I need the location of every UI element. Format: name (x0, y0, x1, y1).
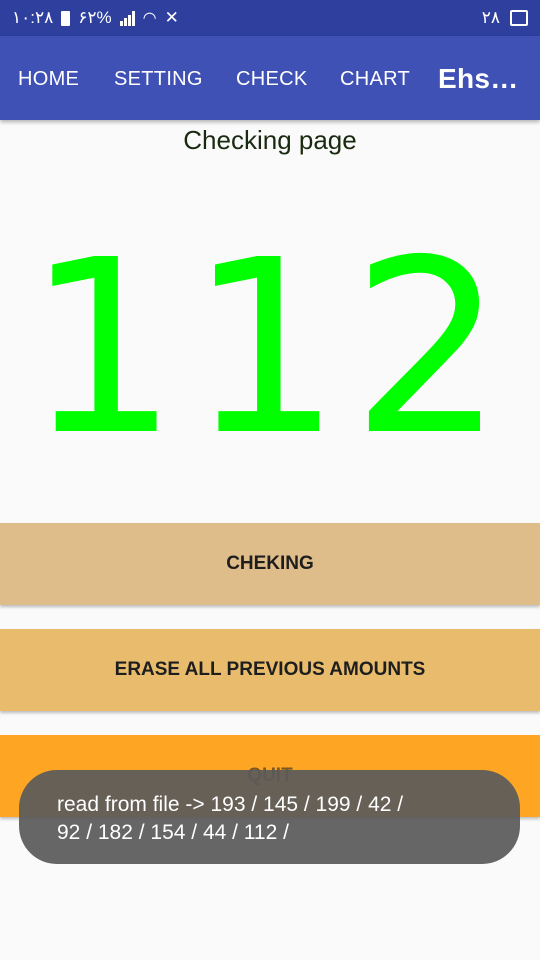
wifi-icon: ◠ (142, 10, 157, 27)
page-title: Checking page (183, 125, 357, 155)
status-time: ۱۰:۲۸ (12, 8, 54, 27)
toast-line-2: 92 / 182 / 154 / 44 / 112 / (57, 821, 289, 844)
signal-icon (119, 10, 135, 26)
toast-message: read from file -> 193 / 145 / 199 / 42 /… (19, 770, 520, 864)
tab-chart[interactable]: CHART (340, 68, 410, 91)
mute-icon: ✕ (164, 8, 179, 27)
status-bar: ۱۰:۲۸ ۶۲% ◠ ✕ ۲۸ (0, 0, 540, 36)
tab-check[interactable]: CHECK (236, 68, 308, 91)
tab-ehs[interactable]: Ehs… (438, 63, 519, 95)
current-value: 112 (25, 208, 515, 488)
erase-all-button[interactable]: ERASE ALL PREVIOUS AMOUNTS (0, 629, 540, 711)
top-tab-bar: HOME SETTING CHECK CHART Ehs… (0, 36, 540, 120)
status-right: ۲۸ (482, 8, 528, 28)
battery-percent: ۶۲% (78, 8, 112, 27)
tab-home[interactable]: HOME (18, 68, 79, 91)
checking-button[interactable]: CHEKING (0, 523, 540, 605)
status-left: ۱۰:۲۸ ۶۲% ◠ ✕ (12, 8, 179, 28)
tab-setting[interactable]: SETTING (114, 68, 203, 91)
status-date: ۲۸ (481, 8, 500, 27)
toast-line-1: read from file -> 193 / 145 / 199 / 42 / (57, 793, 404, 816)
image-icon (510, 10, 528, 26)
battery-icon (61, 10, 71, 26)
